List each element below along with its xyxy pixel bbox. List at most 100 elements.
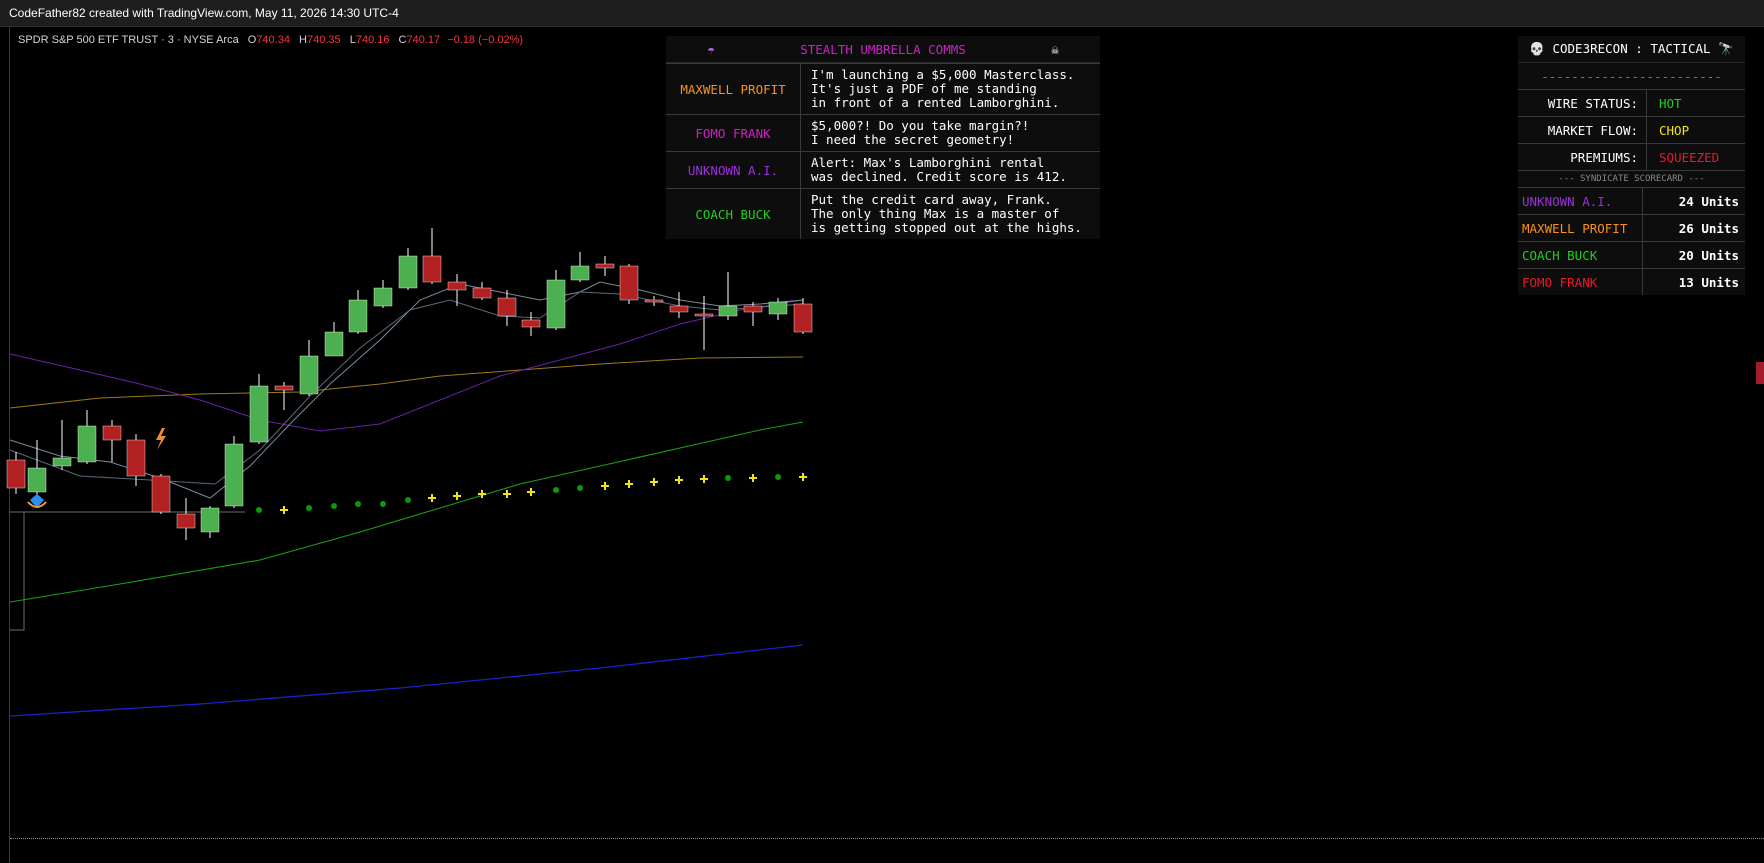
signal-dot xyxy=(577,485,583,491)
candle-body xyxy=(6,459,26,489)
comms-row: UNKNOWN A.I. Alert: Max's Lamborghini ren… xyxy=(666,151,1100,188)
candle-body xyxy=(694,313,714,317)
status-row: WIRE STATUS: HOT xyxy=(1518,89,1745,116)
signal-dot xyxy=(725,475,731,481)
candle-body xyxy=(324,331,344,357)
tactical-panel: 💀 CODE3RECON : TACTICAL 🔭 --------------… xyxy=(1518,36,1745,295)
scorecard-row: UNKNOWN A.I. 24 Units xyxy=(1518,187,1745,214)
status-row: PREMIUMS: SQUEEZED xyxy=(1518,143,1745,170)
candle-body xyxy=(595,263,615,269)
comms-speaker: COACH BUCK xyxy=(666,189,801,239)
candle-body xyxy=(77,425,97,463)
signal-dot xyxy=(331,503,337,509)
symbol-header: SPDR S&P 500 ETF TRUST · 3 · NYSE Arca O… xyxy=(18,34,523,46)
comms-speaker: UNKNOWN A.I. xyxy=(666,152,801,188)
bottom-dotted-line xyxy=(10,838,1764,839)
candle-body xyxy=(422,255,442,283)
candle-body xyxy=(472,287,492,299)
signal-dot xyxy=(405,497,411,503)
candlesticks xyxy=(6,228,813,540)
candle-body xyxy=(398,255,418,289)
comms-speaker: FOMO FRANK xyxy=(666,115,801,151)
status-key: PREMIUMS: xyxy=(1518,144,1647,170)
scorecard-name: FOMO FRANK xyxy=(1518,269,1643,295)
high-value: 740.35 xyxy=(306,34,341,46)
skull-crossbones-icon: ☠ xyxy=(1051,41,1059,57)
candle-body xyxy=(348,299,368,333)
high-label: H xyxy=(299,34,307,46)
comms-message: I'm launching a $5,000 Masterclass. It's… xyxy=(811,67,1075,110)
scorecard-units: 26 Units xyxy=(1678,220,1739,236)
signal-dot xyxy=(256,507,262,513)
comms-speaker: MAXWELL PROFIT xyxy=(666,64,801,114)
candle-body xyxy=(52,457,72,467)
candle-body xyxy=(718,305,738,317)
candle-body xyxy=(200,507,220,533)
signal-dot xyxy=(306,505,312,511)
comms-table: ☂ STEALTH UMBRELLA COMMS ☠ MAXWELL PROFI… xyxy=(666,36,1100,239)
candle-body xyxy=(521,319,541,328)
candle-body xyxy=(27,467,47,493)
candle-body xyxy=(743,305,763,313)
candle-body xyxy=(299,355,319,395)
candle-body xyxy=(619,265,639,301)
comms-message: Put the credit card away, Frank. The onl… xyxy=(811,192,1082,235)
comms-row: MAXWELL PROFIT I'm launching a $5,000 Mas… xyxy=(666,63,1100,114)
scorecard-units: 20 Units xyxy=(1678,247,1739,263)
scorecard-title: --- SYNDICATE SCORECARD --- xyxy=(1518,170,1745,187)
candle-body xyxy=(644,299,664,303)
close-label: C xyxy=(398,34,407,46)
status-row: MARKET FLOW: CHOP xyxy=(1518,116,1745,143)
scorecard-name: MAXWELL PROFIT xyxy=(1518,215,1643,241)
symbol-name: SPDR S&P 500 ETF TRUST · 3 · NYSE Arca xyxy=(18,34,239,46)
scorecard-units: 13 Units xyxy=(1678,274,1739,290)
status-value: HOT xyxy=(1659,95,1682,111)
candle-body xyxy=(768,301,788,315)
status-value: CHOP xyxy=(1659,122,1690,138)
comms-title: STEALTH UMBRELLA COMMS xyxy=(800,41,966,57)
signal-dot xyxy=(553,487,559,493)
candle-body xyxy=(151,475,171,513)
ma-purple-line xyxy=(9,299,804,432)
candle-body xyxy=(570,265,590,281)
scorecard-row: MAXWELL PROFIT 26 Units xyxy=(1518,214,1745,241)
candle-body xyxy=(176,513,196,529)
close-value: 740.17 xyxy=(406,34,441,46)
comms-row: COACH BUCK Put the credit card away, Fran… xyxy=(666,188,1100,239)
signal-dot xyxy=(775,474,781,480)
comms-message: Alert: Max's Lamborghini rental was decl… xyxy=(811,155,1067,184)
tactical-divider: ------------------------ xyxy=(1518,62,1745,89)
candle-body xyxy=(447,281,467,291)
candle-body xyxy=(274,385,294,391)
low-value: 740.16 xyxy=(355,34,390,46)
tactical-title: 💀 CODE3RECON : TACTICAL 🔭 xyxy=(1518,36,1745,62)
candle-body xyxy=(126,439,146,477)
lightning-icon xyxy=(156,428,166,450)
signal-dot xyxy=(355,501,361,507)
scorecard-units: 24 Units xyxy=(1678,193,1739,209)
scorecard-name: UNKNOWN A.I. xyxy=(1518,188,1643,214)
comms-row: FOMO FRANK $5,000?! Do you take margin?! … xyxy=(666,114,1100,151)
candle-body xyxy=(497,297,517,317)
scorecard-row: FOMO FRANK 13 Units xyxy=(1518,268,1745,295)
candle-body xyxy=(249,385,269,443)
candle-body xyxy=(102,425,122,441)
comms-message: $5,000?! Do you take margin?! I need the… xyxy=(811,118,1030,147)
chart-markers xyxy=(27,428,166,508)
status-value: SQUEEZED xyxy=(1659,149,1720,165)
comms-header: ☂ STEALTH UMBRELLA COMMS ☠ xyxy=(666,36,1100,63)
stop-line-left xyxy=(10,511,25,631)
scorecard-name: COACH BUCK xyxy=(1518,242,1643,268)
signal-dot xyxy=(380,501,386,507)
status-key: MARKET FLOW: xyxy=(1518,117,1647,143)
change-value: −0.18 (−0.02%) xyxy=(447,34,524,46)
candle-body xyxy=(373,287,393,307)
ma-blue-line xyxy=(9,644,804,717)
candle-body xyxy=(793,303,813,333)
umbrella-icon: ☂ xyxy=(707,41,715,57)
price-axis-tag xyxy=(1756,362,1764,384)
open-value: 740.34 xyxy=(256,34,290,46)
signal-dots xyxy=(256,473,807,514)
ma-gold-line xyxy=(9,356,804,409)
candle-body xyxy=(224,443,244,507)
